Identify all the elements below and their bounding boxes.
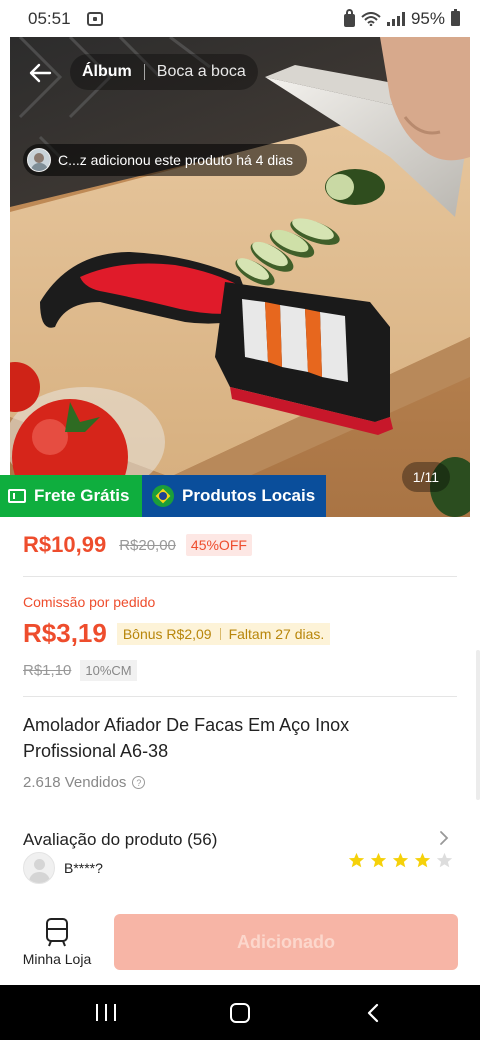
info-icon[interactable]: ? xyxy=(132,776,146,789)
price-row: R$10,99 R$20,00 45%OFF xyxy=(23,532,252,558)
chevron-right-icon xyxy=(440,831,449,845)
bonus-divider xyxy=(219,627,221,640)
status-bar: 05:51 95% xyxy=(0,0,480,37)
star-icon xyxy=(392,852,409,868)
bonus-badge: Bônus R$2,09 Faltam 27 dias. xyxy=(116,622,331,645)
star-icon xyxy=(348,852,365,868)
star-icon xyxy=(370,852,387,868)
star-icon xyxy=(436,852,453,868)
commission-rate-badge: 10%CM xyxy=(80,660,137,681)
sold-count-row: 2.618 Vendidos ? xyxy=(23,774,146,791)
divider xyxy=(23,576,457,577)
sold-count: 2.618 Vendidos xyxy=(23,774,127,791)
added-notice: C...z adicionou este produto há 4 dias xyxy=(23,144,308,176)
review-title: Avaliação do produto (56) xyxy=(23,830,218,849)
tab-divider xyxy=(143,64,145,80)
signal-icon xyxy=(386,11,405,26)
battery-percent: 95% xyxy=(410,8,445,28)
brazil-flag-icon xyxy=(152,485,174,507)
back-button[interactable] xyxy=(26,59,54,87)
commission-row: R$3,19 Bônus R$2,09 Faltam 27 dias. xyxy=(23,618,331,649)
product-image[interactable]: Álbum Boca a boca C...z adicionou este p… xyxy=(10,37,470,517)
my-store-button[interactable]: Minha Loja xyxy=(18,917,96,975)
discount-badge: 45%OFF xyxy=(185,534,252,556)
shipping-icon xyxy=(8,489,26,503)
image-counter: 1/11 xyxy=(401,462,450,492)
free-shipping-badge: Frete Grátis xyxy=(0,475,142,517)
back-icon[interactable] xyxy=(366,1003,380,1023)
local-products-badge: Produtos Locais xyxy=(142,475,326,517)
screenshot-icon xyxy=(86,11,103,26)
original-price: R$20,00 xyxy=(119,536,176,554)
avatar xyxy=(27,148,51,172)
added-button[interactable]: Adicionado xyxy=(114,914,458,970)
bonus-remaining: Faltam 27 dias. xyxy=(228,625,325,642)
notice-text: C...z adicionou este produto há 4 dias xyxy=(58,152,294,168)
product-photo xyxy=(10,37,470,517)
recent-apps-icon[interactable] xyxy=(96,1004,116,1021)
side-panel-handle[interactable] xyxy=(476,650,480,800)
review-section[interactable]: Avaliação do produto (56) B****? xyxy=(0,810,480,910)
navigation-bar xyxy=(0,985,480,1040)
wifi-icon xyxy=(361,11,381,26)
commission-label: Comissão por pedido xyxy=(23,594,156,610)
reviewer-name: B****? xyxy=(64,860,103,876)
arrow-left-icon xyxy=(29,63,52,83)
tab-album[interactable]: Álbum xyxy=(82,63,132,81)
store-icon xyxy=(46,918,68,947)
tab-boca-a-boca[interactable]: Boca a boca xyxy=(157,63,246,81)
free-shipping-label: Frete Grátis xyxy=(34,486,130,505)
bonus-amount: Bônus R$2,09 xyxy=(122,625,212,642)
star-icon xyxy=(414,852,431,868)
status-time: 05:51 xyxy=(28,8,71,28)
reviewer-avatar xyxy=(23,852,55,884)
star-rating xyxy=(348,852,453,869)
commission-old-row: R$1,10 10%CM xyxy=(23,660,137,681)
my-store-label: Minha Loja xyxy=(22,951,92,967)
current-price: R$10,99 xyxy=(23,532,107,557)
commission-old: R$1,10 xyxy=(23,662,72,679)
bottom-action-bar: Minha Loja Adicionado xyxy=(0,905,480,985)
divider xyxy=(23,696,457,697)
home-icon[interactable] xyxy=(230,1003,250,1023)
status-icons: 95% xyxy=(343,8,460,29)
battery-icon xyxy=(451,9,460,26)
product-title: Amolador Afiador De Facas Em Aço Inox Pr… xyxy=(23,715,350,761)
lock-icon xyxy=(343,8,355,27)
local-products-label: Produtos Locais xyxy=(182,486,316,505)
commission-value: R$3,19 xyxy=(23,618,107,648)
media-tabs: Álbum Boca a boca xyxy=(70,54,258,90)
